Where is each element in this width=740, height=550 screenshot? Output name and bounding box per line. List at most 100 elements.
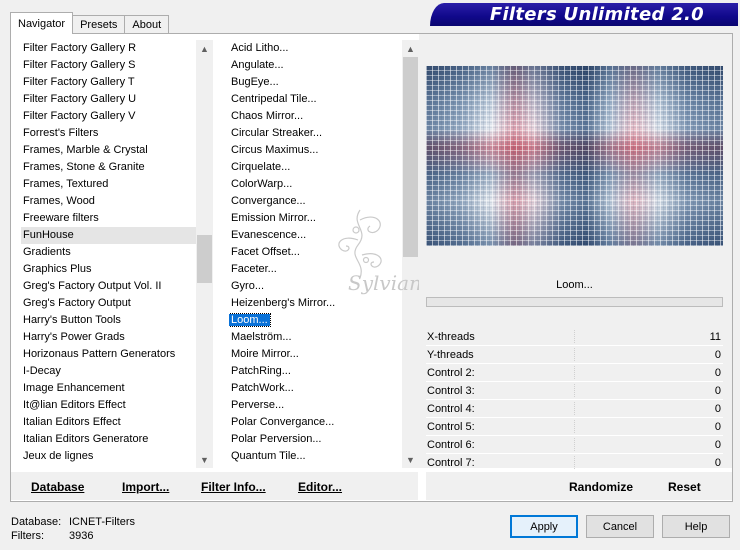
category-item[interactable]: Greg's Factory Output xyxy=(21,295,196,312)
filter-item[interactable]: Heizenberg's Mirror... xyxy=(229,295,402,312)
tab-presets[interactable]: Presets xyxy=(72,15,126,34)
parameter-value[interactable]: 0 xyxy=(715,367,721,379)
database-button[interactable]: Database xyxy=(31,480,84,496)
filter-list[interactable]: Acid Litho... Angulate... BugEye... Centrip… xyxy=(229,40,402,468)
filter-item-label: PatchWork... xyxy=(231,382,294,394)
database-info: Database: ICNET-Filters Filters: 3936 xyxy=(11,515,135,543)
scroll-down-arrow-icon[interactable]: ▼ xyxy=(402,451,419,468)
filter-item[interactable]: Perverse... xyxy=(229,397,402,414)
category-item[interactable]: Horizonaus Pattern Generators xyxy=(21,346,196,363)
filter-item[interactable]: PatchRing... xyxy=(229,363,402,380)
parameter-row[interactable]: Control 6: 0 xyxy=(426,436,723,454)
category-item[interactable]: Filter Factory Gallery S xyxy=(21,57,196,74)
category-item[interactable]: Filter Factory Gallery U xyxy=(21,91,196,108)
filter-item[interactable]: Chaos Mirror... xyxy=(229,108,402,125)
reset-button[interactable]: Reset xyxy=(668,480,701,496)
scroll-thumb[interactable] xyxy=(403,57,418,257)
filter-item[interactable]: Evanescence... xyxy=(229,227,402,244)
filter-item[interactable]: Convergance... xyxy=(229,193,402,210)
category-item[interactable]: Forrest's Filters xyxy=(21,125,196,142)
parameter-row[interactable]: Control 5: 0 xyxy=(426,418,723,436)
parameter-value[interactable]: 0 xyxy=(715,421,721,433)
category-item[interactable]: Freeware filters xyxy=(21,210,196,227)
category-item[interactable]: Frames, Wood xyxy=(21,193,196,210)
category-item[interactable]: Italian Editors Generatore xyxy=(21,431,196,448)
parameter-row[interactable]: X-threads 11 xyxy=(426,328,723,346)
filter-item[interactable]: Centripedal Tile... xyxy=(229,91,402,108)
filter-item[interactable]: Acid Litho... xyxy=(229,40,402,57)
filter-preview-image xyxy=(426,66,723,246)
filter-item[interactable]: Cirquelate... xyxy=(229,159,402,176)
title-banner: Filters Unlimited 2.0 xyxy=(430,3,738,26)
import-button[interactable]: Import... xyxy=(122,480,169,496)
parameter-row[interactable]: Control 2: 0 xyxy=(426,364,723,382)
cancel-button[interactable]: Cancel xyxy=(586,515,654,538)
category-item[interactable]: Gradients xyxy=(21,244,196,261)
filter-item[interactable]: Polar Perversion... xyxy=(229,431,402,448)
filter-item-label: Angulate... xyxy=(231,59,284,71)
category-scrollbar[interactable]: ▲ ▼ xyxy=(196,40,213,468)
scroll-up-arrow-icon[interactable]: ▲ xyxy=(402,40,419,57)
category-item[interactable]: Jeux de lignes xyxy=(21,448,196,465)
category-item[interactable]: Filter Factory Gallery R xyxy=(21,40,196,57)
banner-title: Filters Unlimited 2.0 xyxy=(489,4,704,25)
tab-navigator[interactable]: Navigator xyxy=(10,12,74,34)
category-list[interactable]: Filter Factory Gallery R Filter Factory G… xyxy=(21,40,196,468)
filter-item[interactable]: Facet Offset... xyxy=(229,244,402,261)
filter-item[interactable]: Circus Maximus... xyxy=(229,142,402,159)
parameter-row[interactable]: Control 3: 0 xyxy=(426,382,723,400)
category-item[interactable]: Graphics Plus xyxy=(21,261,196,278)
parameter-value[interactable]: 0 xyxy=(715,349,721,361)
category-item[interactable]: Italian Editors Effect xyxy=(21,414,196,431)
parameter-name: Control 3: xyxy=(427,384,475,397)
category-item[interactable]: Greg's Factory Output Vol. II xyxy=(21,278,196,295)
filter-item[interactable]: BugEye... xyxy=(229,74,402,91)
category-item[interactable]: Frames, Textured xyxy=(21,176,196,193)
filter-item[interactable]: Moire Mirror... xyxy=(229,346,402,363)
divider xyxy=(574,420,575,433)
filter-item[interactable]: Faceter... xyxy=(229,261,402,278)
category-item[interactable]: Filter Factory Gallery T xyxy=(21,74,196,91)
category-item[interactable]: Harry's Power Grads xyxy=(21,329,196,346)
filter-item[interactable]: Emission Mirror... xyxy=(229,210,402,227)
apply-button[interactable]: Apply xyxy=(510,515,578,538)
category-item[interactable]: I-Decay xyxy=(21,363,196,380)
tab-about[interactable]: About xyxy=(124,15,170,34)
category-item[interactable]: Frames, Stone & Granite xyxy=(21,159,196,176)
parameter-value[interactable]: 0 xyxy=(715,385,721,397)
scroll-thumb[interactable] xyxy=(197,235,212,283)
parameter-row[interactable]: Control 4: 0 xyxy=(426,400,723,418)
parameter-row[interactable]: Y-threads 0 xyxy=(426,346,723,364)
filter-item[interactable]: Maelström... xyxy=(229,329,402,346)
filter-info-button[interactable]: Filter Info... xyxy=(201,480,266,496)
filter-item[interactable]: ColorWarp... xyxy=(229,176,402,193)
filter-item-label: Perverse... xyxy=(231,399,285,411)
category-item[interactable]: Image Enhancement xyxy=(21,380,196,397)
filter-item[interactable]: Gyro... xyxy=(229,278,402,295)
selected-filter-label: Loom... xyxy=(556,278,593,291)
parameter-value[interactable]: 11 xyxy=(710,331,721,343)
category-item[interactable]: Harry's Button Tools xyxy=(21,312,196,329)
category-item[interactable]: Frames, Marble & Crystal xyxy=(21,142,196,159)
filter-item[interactable]: PatchWork... xyxy=(229,380,402,397)
editor-button[interactable]: Editor... xyxy=(298,480,342,496)
parameter-value[interactable]: 0 xyxy=(715,403,721,415)
scroll-down-arrow-icon[interactable]: ▼ xyxy=(196,451,213,468)
parameter-value[interactable]: 0 xyxy=(715,439,721,451)
parameter-value[interactable]: 0 xyxy=(715,457,721,469)
parameter-row[interactable]: Control 7: 0 xyxy=(426,454,723,472)
filter-item[interactable]: Angulate... xyxy=(229,57,402,74)
filter-item[interactable]: Circular Streaker... xyxy=(229,125,402,142)
filter-item[interactable]: Quantum Tile... xyxy=(229,448,402,465)
category-item[interactable]: It@lian Editors Effect xyxy=(21,397,196,414)
filter-item[interactable]: Polar Convergance... xyxy=(229,414,402,431)
category-item[interactable]: Filter Factory Gallery V xyxy=(21,108,196,125)
filter-item[interactable]: Loom... xyxy=(229,312,402,329)
filter-item-label: Circular Streaker... xyxy=(231,127,323,139)
filter-item-label: Centripedal Tile... xyxy=(231,93,317,105)
scroll-up-arrow-icon[interactable]: ▲ xyxy=(196,40,213,57)
category-item[interactable]: FunHouse xyxy=(21,227,196,244)
filter-scrollbar[interactable]: ▲ ▼ xyxy=(402,40,419,468)
randomize-button[interactable]: Randomize xyxy=(569,480,633,496)
help-button[interactable]: Help xyxy=(662,515,730,538)
